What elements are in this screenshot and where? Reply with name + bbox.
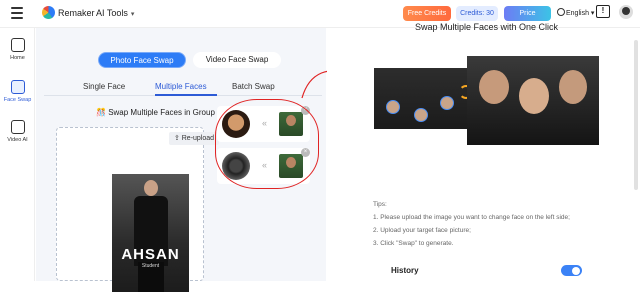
face-marker xyxy=(386,100,400,114)
tip-item: 1. Please upload the image you want to c… xyxy=(373,214,570,221)
remaker-logo-icon[interactable] xyxy=(42,6,55,19)
sparkle-icon: 🎊 xyxy=(96,108,109,117)
chevron-down-icon: ▾ xyxy=(130,11,135,18)
highlight-annotation xyxy=(215,99,319,189)
sidebar-item-home[interactable]: Home xyxy=(0,38,35,61)
ai-tools-menu[interactable]: AI Tools ▾ xyxy=(96,8,134,18)
example-title: Swap Multiple Faces with One Click xyxy=(415,22,559,32)
example-before-image xyxy=(374,68,467,129)
sidebar-item-video-ai[interactable]: Video AI xyxy=(0,120,35,143)
brand-name[interactable]: Remaker xyxy=(58,8,95,18)
history-toggle[interactable] xyxy=(561,265,582,276)
source-image-preview: AHSAN Student xyxy=(112,174,189,292)
language-label: English xyxy=(566,10,589,17)
source-image-upload[interactable]: ⇪ Re-upload AHSAN Student xyxy=(56,127,219,292)
video-face-swap-button[interactable]: Video Face Swap xyxy=(193,52,281,68)
sidebar-item-label: Video AI xyxy=(7,137,28,143)
avatar[interactable] xyxy=(619,5,633,19)
language-select[interactable]: English ▾ xyxy=(557,8,594,17)
tab-multiple-faces[interactable]: Multiple Faces xyxy=(155,82,207,91)
price-button[interactable]: Price xyxy=(504,6,551,21)
person-head xyxy=(144,180,158,196)
sidebar: Home Face Swap Video AI xyxy=(0,28,35,281)
poster-subtitle: Student xyxy=(141,263,160,269)
tab-batch-swap[interactable]: Batch Swap xyxy=(232,82,275,91)
face xyxy=(559,70,587,104)
face xyxy=(519,78,549,114)
upload-icon: ⇪ xyxy=(173,135,182,142)
face-marker xyxy=(414,108,428,122)
globe-icon xyxy=(557,8,565,16)
tip-item: 3. Click "Swap" to generate. xyxy=(373,240,454,247)
tips: Tips: 1. Please upload the image you wan… xyxy=(373,198,570,250)
tip-item: 2. Upload your target face picture; xyxy=(373,227,471,234)
free-credits-button[interactable]: Free Credits xyxy=(403,6,451,21)
menu-icon[interactable] xyxy=(11,7,23,19)
photo-face-swap-button[interactable]: Photo Face Swap xyxy=(98,52,186,68)
face xyxy=(479,70,509,104)
face-swap-icon xyxy=(10,80,25,94)
active-tab-indicator xyxy=(155,94,217,96)
ai-tools-label: AI Tools xyxy=(96,8,128,18)
tab-single-face[interactable]: Single Face xyxy=(83,82,125,91)
history-label: History xyxy=(391,266,419,275)
credits-badge: Credits: 30 xyxy=(456,6,498,21)
sidebar-item-label: Face Swap xyxy=(3,97,32,103)
reupload-label: Re-upload xyxy=(181,135,215,142)
scrollbar[interactable] xyxy=(634,40,638,190)
tips-heading: Tips: xyxy=(373,201,387,208)
example-after-image xyxy=(467,56,599,145)
poster-title: AHSAN xyxy=(121,246,180,263)
sidebar-item-face-swap[interactable]: Face Swap xyxy=(0,80,35,103)
home-icon xyxy=(10,38,25,52)
video-ai-icon xyxy=(10,120,25,134)
sidebar-item-label: Home xyxy=(10,55,25,61)
reupload-button[interactable]: ⇪ Re-upload xyxy=(169,132,219,145)
face-marker xyxy=(440,96,454,110)
feedback-icon[interactable]: ! xyxy=(596,5,610,18)
